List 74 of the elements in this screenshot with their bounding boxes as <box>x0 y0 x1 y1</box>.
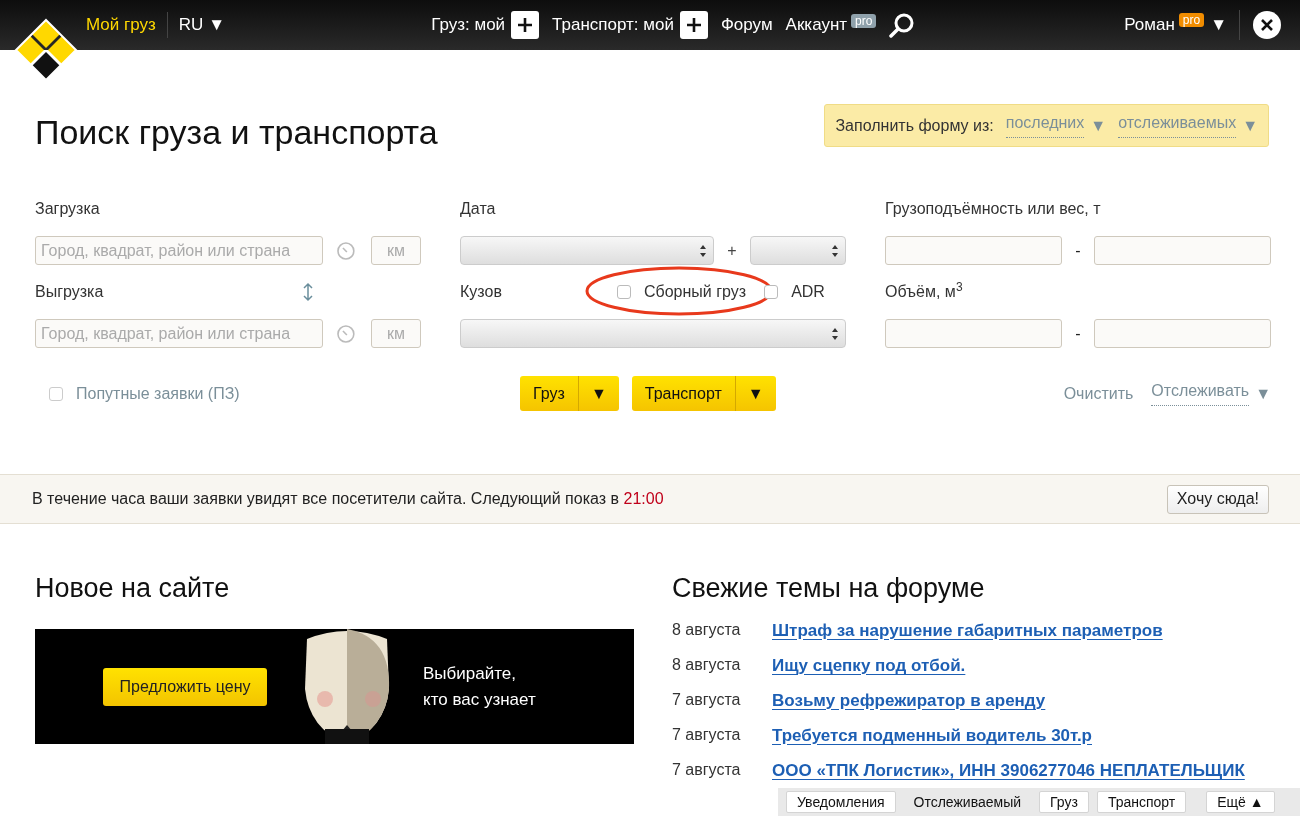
user-menu[interactable]: Роман pro ▼ <box>1124 12 1227 38</box>
topic-date: 7 августа <box>672 725 742 745</box>
section-title: Свежие темы на форуме <box>672 572 986 604</box>
toolbar-button[interactable]: Уведомления <box>786 791 896 813</box>
topic-link[interactable]: Ищу сцепку под отбой. <box>772 653 966 679</box>
offer-price-button[interactable]: Предложить цену <box>103 667 267 706</box>
topic-link[interactable]: ООО «ТПК Логистик», ИНН 3906277046 НЕПЛАТЕЛЬЩИК <box>772 758 1245 784</box>
fill-form-label: Заполнить форму из: <box>835 115 994 136</box>
select-arrows-icon <box>699 243 707 258</box>
radius-icon[interactable] <box>336 323 356 344</box>
select-field[interactable] <box>460 236 714 265</box>
toolbar-button[interactable]: Транспорт <box>1096 791 1187 813</box>
plus-icon <box>685 17 702 33</box>
toolbar-button[interactable]: Груз <box>1039 791 1089 813</box>
search-icon[interactable] <box>889 12 916 38</box>
field-label: Объём, м$^{3}$ <box>885 279 964 302</box>
checkbox[interactable] <box>764 285 779 299</box>
search-button-label[interactable]: Груз <box>520 376 579 411</box>
radius-icon[interactable] <box>336 240 356 261</box>
toolbar-button[interactable]: Ещё ▲ <box>1206 791 1275 813</box>
add-button[interactable] <box>679 11 708 39</box>
dropdown-toggle[interactable]: ▼ <box>578 376 619 411</box>
field-label: Дата <box>460 199 497 219</box>
plus-icon <box>517 17 534 33</box>
topic-date: 8 августа <box>672 655 742 675</box>
select-field[interactable] <box>460 319 846 348</box>
range-from-input[interactable] <box>885 319 1062 348</box>
topic-date: 8 августа <box>672 620 742 640</box>
notice-text: В течение часа ваши заявки увидят все посетители сайта. Следующий показ в 21:00 <box>32 489 664 509</box>
topic-link[interactable]: Штраф за нарушение габаритных параметров <box>772 618 1163 644</box>
search-button[interactable]: Груз ▼ <box>520 376 619 411</box>
want-here-button[interactable]: Хочу сюда! <box>1166 484 1269 514</box>
close-icon[interactable] <box>1252 10 1282 40</box>
toolbar-button[interactable]: Отслеживаемый <box>903 791 1032 813</box>
nav-link[interactable]: Аккаунт pro <box>785 12 877 38</box>
range-to-input[interactable] <box>1094 319 1271 348</box>
checkbox[interactable] <box>617 285 631 299</box>
plus-sign: + <box>726 240 738 261</box>
page-title: Поиск груза и транспорта <box>35 112 438 153</box>
field-label: Выгрузка <box>35 282 104 302</box>
add-button[interactable] <box>511 11 540 39</box>
range-separator: - <box>1074 240 1082 261</box>
select-arrows-icon <box>831 243 839 258</box>
search-button[interactable]: Транспорт ▼ <box>631 376 776 411</box>
banner-slogan: Выбирайте, кто вас узнает <box>423 662 537 711</box>
radius-input[interactable]: км <box>371 319 421 348</box>
topic-date: 7 августа <box>672 690 742 710</box>
nav-link[interactable]: Форум <box>720 12 773 38</box>
brand-link[interactable]: Мой груз <box>86 12 156 38</box>
swap-icon[interactable] <box>303 282 313 302</box>
select-arrows-icon <box>831 326 839 341</box>
range-separator: - <box>1074 323 1082 344</box>
field-label: Грузоподъёмность или вес, т <box>885 199 1102 219</box>
range-from-input[interactable] <box>885 236 1062 265</box>
section-title: Новое на сайте <box>35 572 231 604</box>
nav-link[interactable]: Транспорт: мой <box>552 12 674 38</box>
field-label: Кузов <box>460 282 503 302</box>
language-dropdown[interactable]: RU ▼ <box>178 12 226 38</box>
search-button-label[interactable]: Транспорт <box>631 376 736 411</box>
pro-badge: pro <box>1178 13 1205 27</box>
checkbox-option[interactable]: ADR <box>764 280 825 304</box>
city-input[interactable]: Город, квадрат, район или страна <box>35 236 324 265</box>
range-to-input[interactable] <box>1094 236 1271 265</box>
city-input[interactable]: Город, квадрат, район или страна <box>35 319 324 348</box>
nav-link[interactable]: Груз: мой <box>431 12 506 38</box>
topic-link[interactable]: Требуется подменный водитель 30т.р <box>772 723 1092 749</box>
select-field[interactable] <box>750 236 846 265</box>
topic-link[interactable]: Возьму рефрежиратор в аренду <box>772 688 1046 714</box>
radius-input[interactable]: км <box>371 236 421 265</box>
topic-date: 7 августа <box>672 760 742 780</box>
field-label: Загрузка <box>35 199 100 219</box>
pro-badge: pro <box>851 14 877 28</box>
checkbox[interactable] <box>49 386 63 401</box>
dropdown-toggle[interactable]: ▼ <box>735 376 776 411</box>
